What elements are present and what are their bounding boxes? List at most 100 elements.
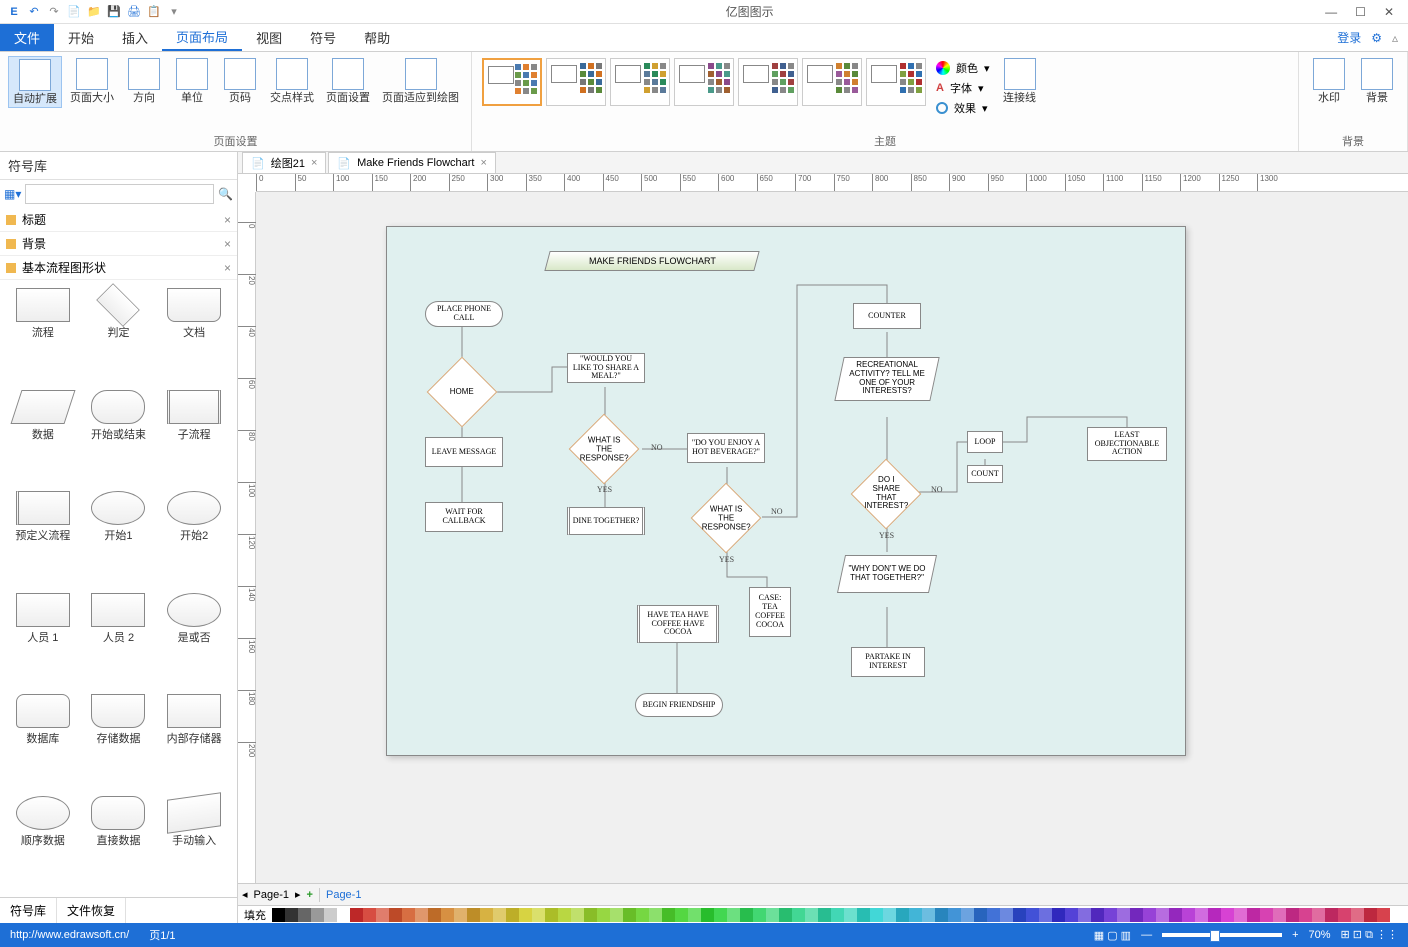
shape-item[interactable]: 存储数据 [82, 692, 156, 790]
color-swatch[interactable] [948, 908, 961, 922]
color-swatch[interactable] [922, 908, 935, 922]
shape-item[interactable]: 预定义流程 [6, 489, 80, 587]
node-leave-message[interactable]: LEAVE MESSAGE [425, 437, 503, 467]
color-swatch[interactable] [350, 908, 363, 922]
color-swatch[interactable] [428, 908, 441, 922]
node-response2[interactable]: WHAT IS THE RESPONSE? [691, 483, 762, 554]
background-button[interactable]: 背景 [1355, 56, 1399, 106]
color-swatch[interactable] [753, 908, 766, 922]
color-swatch[interactable] [571, 908, 584, 922]
auto-expand-button[interactable]: 自动扩展 [8, 56, 62, 108]
color-swatch[interactable] [1000, 908, 1013, 922]
shape-item[interactable]: 判定 [82, 286, 156, 384]
zoom-slider[interactable] [1162, 933, 1282, 937]
color-swatch[interactable] [1351, 908, 1364, 922]
color-swatch[interactable] [337, 908, 350, 922]
color-swatch[interactable] [1312, 908, 1325, 922]
color-swatch[interactable] [1156, 908, 1169, 922]
color-swatch[interactable] [324, 908, 337, 922]
node-share-interest[interactable]: DO I SHARE THAT INTEREST? [851, 459, 922, 530]
connector-button[interactable]: 连接线 [998, 56, 1042, 106]
color-swatch[interactable] [662, 908, 675, 922]
print-button[interactable]: 🖨 [126, 4, 142, 20]
color-swatch[interactable] [1104, 908, 1117, 922]
status-icons[interactable]: ⊞ ⊡ ⧉ ⋮⋮ [1341, 928, 1398, 942]
color-swatch[interactable] [688, 908, 701, 922]
node-beverage[interactable]: "DO YOU ENJOY A HOT BEVERAGE?" [687, 433, 765, 463]
theme-swatch[interactable] [738, 58, 798, 106]
tab-page-layout[interactable]: 页面布局 [162, 24, 242, 51]
shape-item[interactable]: 数据库 [6, 692, 80, 790]
footer-tab-recovery[interactable]: 文件恢复 [57, 898, 126, 923]
login-link[interactable]: 登录 [1337, 29, 1361, 46]
footer-tab-library[interactable]: 符号库 [0, 898, 57, 923]
page-tab-right[interactable]: Page-1 [326, 889, 361, 901]
category-background[interactable]: 背景× [0, 232, 237, 256]
page-number-button[interactable]: 页码 [218, 56, 262, 106]
color-swatch[interactable] [1039, 908, 1052, 922]
color-swatch[interactable] [1026, 908, 1039, 922]
theme-swatch[interactable] [802, 58, 862, 106]
color-swatch[interactable] [363, 908, 376, 922]
color-swatch[interactable] [1143, 908, 1156, 922]
canvas-scroll[interactable]: MAKE FRIENDS FLOWCHART [256, 192, 1408, 883]
color-swatch[interactable] [805, 908, 818, 922]
node-begin-friendship[interactable]: BEGIN FRIENDSHIP [635, 693, 723, 717]
page-next[interactable]: ▸ [295, 888, 301, 901]
save-button[interactable]: 💾 [106, 4, 122, 20]
color-swatch[interactable] [298, 908, 311, 922]
node-loop[interactable]: LOOP [967, 431, 1003, 453]
shape-item[interactable]: 流程 [6, 286, 80, 384]
color-swatch[interactable] [779, 908, 792, 922]
shape-item[interactable]: 顺序数据 [6, 794, 80, 892]
effect-option[interactable]: 效果 ▾ [936, 100, 990, 116]
color-swatch[interactable] [1013, 908, 1026, 922]
color-swatch[interactable] [1117, 908, 1130, 922]
close-button[interactable]: ✕ [1384, 5, 1394, 19]
node-have-drink[interactable]: HAVE TEA HAVE COFFEE HAVE COCOA [637, 605, 719, 643]
color-swatch[interactable] [727, 908, 740, 922]
color-swatch[interactable] [1286, 908, 1299, 922]
color-swatch[interactable] [649, 908, 662, 922]
fit-to-drawing-button[interactable]: 页面适应到绘图 [378, 56, 463, 106]
export-button[interactable]: 📋 [146, 4, 162, 20]
search-input[interactable] [25, 184, 214, 204]
color-swatch[interactable] [883, 908, 896, 922]
color-swatch[interactable] [376, 908, 389, 922]
tab-view[interactable]: 视图 [242, 24, 296, 51]
font-option[interactable]: A字体 ▾ [936, 80, 990, 96]
category-title[interactable]: 标题× [0, 208, 237, 232]
color-swatch[interactable] [714, 908, 727, 922]
library-dropdown[interactable]: ▦▾ [4, 187, 21, 201]
doc-tab-1[interactable]: 📄绘图21× [242, 152, 326, 173]
tab-insert[interactable]: 插入 [108, 24, 162, 51]
shape-item[interactable]: 是或否 [157, 591, 231, 689]
shape-item[interactable]: 数据 [6, 388, 80, 486]
maximize-button[interactable]: ☐ [1355, 5, 1366, 19]
color-option[interactable]: 颜色 ▾ [936, 60, 990, 76]
shape-item[interactable]: 内部存储器 [157, 692, 231, 790]
color-swatch[interactable] [831, 908, 844, 922]
color-swatch[interactable] [792, 908, 805, 922]
color-swatch[interactable] [1052, 908, 1065, 922]
color-swatch[interactable] [974, 908, 987, 922]
color-swatch[interactable] [285, 908, 298, 922]
color-swatch[interactable] [896, 908, 909, 922]
node-rec-activity[interactable]: RECREATIONAL ACTIVITY? TELL ME ONE OF YO… [834, 357, 939, 401]
color-swatch[interactable] [415, 908, 428, 922]
open-button[interactable]: 📁 [86, 4, 102, 20]
color-swatch[interactable] [857, 908, 870, 922]
color-swatch[interactable] [909, 908, 922, 922]
color-swatch[interactable] [1078, 908, 1091, 922]
zoom-level[interactable]: 70% [1309, 929, 1331, 941]
color-swatch[interactable] [935, 908, 948, 922]
node-counter[interactable]: COUNTER [853, 303, 921, 329]
color-swatch[interactable] [1364, 908, 1377, 922]
unit-button[interactable]: 单位 [170, 56, 214, 106]
node-home[interactable]: HOME [427, 357, 498, 428]
color-swatch[interactable] [961, 908, 974, 922]
undo-button[interactable]: ↶ [26, 4, 42, 20]
node-wait-callback[interactable]: WAIT FOR CALLBACK [425, 502, 503, 532]
color-swatch[interactable] [844, 908, 857, 922]
cross-style-button[interactable]: 交点样式 [266, 56, 318, 106]
